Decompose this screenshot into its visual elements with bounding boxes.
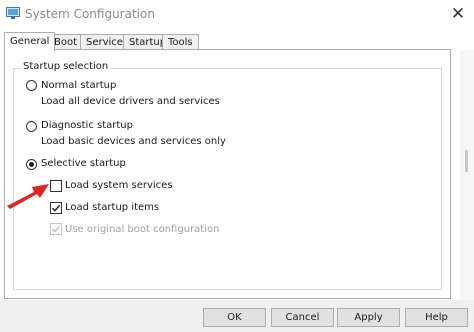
apply-button[interactable]: Apply [337,308,400,327]
diagnostic-startup-description: Load basic devices and services only [41,136,226,147]
diagnostic-startup-radio[interactable] [26,121,37,132]
use-original-boot-config-label: Use original boot configuration [65,224,220,235]
window-title: System Configuration [25,7,155,21]
startup-selection-label: Startup selection [20,61,112,72]
use-original-boot-config-checkbox [50,223,62,235]
ok-button[interactable]: OK [203,308,266,327]
checkmark-icon [52,204,61,212]
selective-startup-radio[interactable] [26,159,37,170]
radio-selected-dot [29,162,34,167]
load-system-services-label[interactable]: Load system services [65,180,173,191]
scroll-thumb[interactable] [465,150,468,172]
title-bar: System Configuration ✕ [0,0,474,28]
system-config-icon [6,7,20,19]
normal-startup-description: Load all device drivers and services [41,96,220,107]
diagnostic-startup-label[interactable]: Diagnostic startup [41,120,133,131]
help-button[interactable]: Help [405,308,468,327]
scroll-strip [460,50,474,300]
cancel-button[interactable]: Cancel [271,308,334,327]
checkmark-icon [52,225,61,233]
tab-general[interactable]: General [4,32,56,51]
normal-startup-label[interactable]: Normal startup [41,80,116,91]
annotation-arrow-icon [7,184,49,209]
normal-startup-radio[interactable] [26,80,37,91]
load-startup-items-label[interactable]: Load startup items [65,202,159,213]
selective-startup-label[interactable]: Selective startup [41,158,126,169]
tab-tools[interactable]: Tools [162,34,199,49]
close-button[interactable]: ✕ [446,3,470,25]
